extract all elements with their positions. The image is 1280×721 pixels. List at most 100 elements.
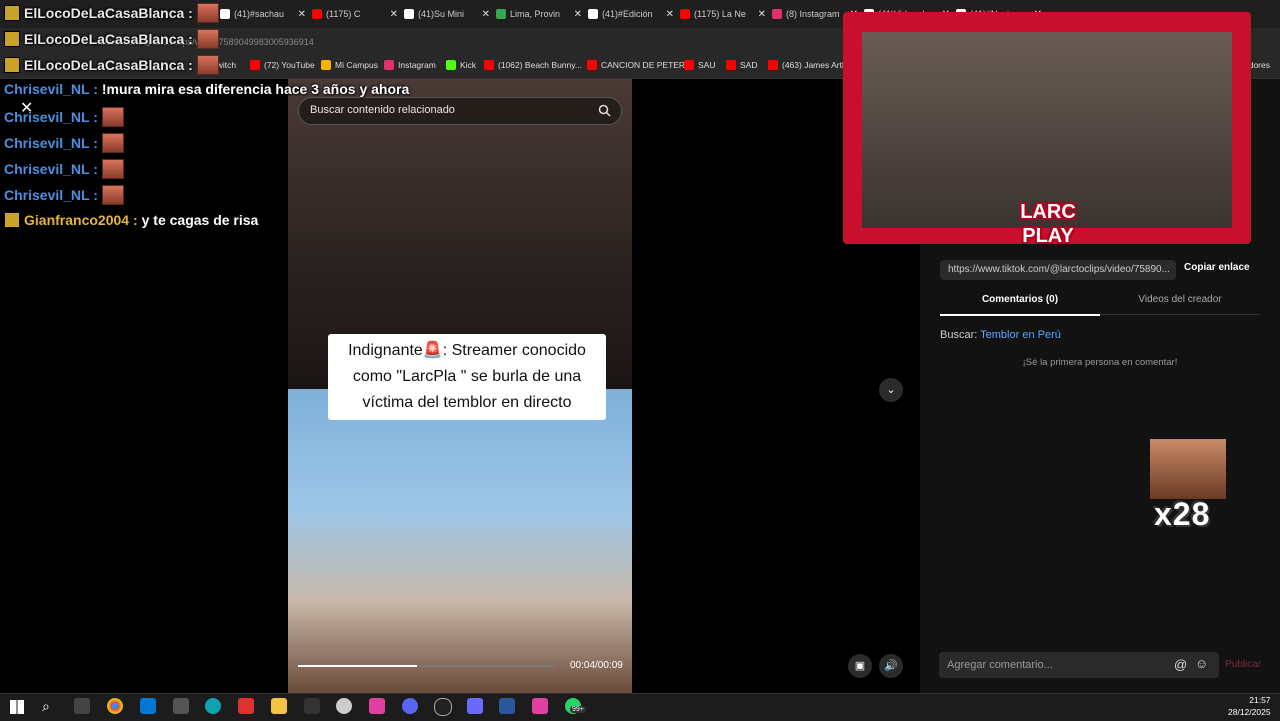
bookmark-item[interactable]: Mi Campus [321, 60, 378, 70]
file-explorer-icon[interactable] [271, 698, 287, 714]
clock-time: 21:57 [1249, 695, 1271, 705]
bookmark-favicon-icon [684, 60, 694, 70]
tab-favicon-icon [312, 9, 322, 19]
app-icon[interactable] [304, 698, 320, 714]
tab-favicon-icon [404, 9, 414, 19]
chat-username: Chrisevil_NL : [4, 109, 98, 125]
scroll-down-button[interactable]: ⌄ [879, 378, 903, 402]
browser-tab[interactable]: (41)#sachau ✕ [220, 4, 306, 24]
bookmark-item[interactable]: (72) YouTube [250, 60, 315, 70]
emoji-icon[interactable]: ☺ [1195, 656, 1208, 671]
bookmark-favicon-icon [250, 60, 260, 70]
bookmark-favicon-icon [587, 60, 597, 70]
bookmark-item[interactable]: (463) James Arthur [768, 60, 854, 70]
bookmark-favicon-icon [446, 60, 456, 70]
discord-icon[interactable] [402, 698, 418, 714]
video-caption: Indignante🚨: Streamer conocido como "Lar… [328, 334, 606, 420]
chat-badge-icon [4, 57, 20, 73]
chat-emote-icon [196, 55, 219, 75]
emote-image [1150, 439, 1226, 499]
close-tab-icon[interactable]: ✕ [758, 9, 766, 20]
tab-label: (41)#sachau [234, 9, 285, 19]
tab-label: (41)Su Mini [418, 9, 465, 19]
chat-username: Gianfranco2004 : [24, 212, 138, 228]
browser-tab[interactable]: (1175) La Ne ✕ [680, 4, 766, 24]
app-icon[interactable] [336, 698, 352, 714]
bookmark-item[interactable]: SAU [684, 60, 715, 70]
word-icon[interactable] [499, 698, 515, 714]
calculator-icon[interactable] [467, 698, 483, 714]
bookmark-item[interactable]: CANCION DE PETER [587, 60, 685, 70]
chat-username: Chrisevil_NL : [4, 161, 98, 177]
chat-emote-icon [101, 107, 124, 127]
volume-button[interactable]: 🔊 [879, 654, 903, 678]
chrome-icon[interactable] [107, 698, 123, 714]
search-term-link[interactable]: Temblor en Perú [980, 329, 1061, 341]
bookmark-favicon-icon [384, 60, 394, 70]
browser-tab[interactable]: (41)#Edición ✕ [588, 4, 674, 24]
chat-message: Chrisevil_NL : [4, 107, 124, 127]
app-icon[interactable] [532, 698, 548, 714]
chat-username: ElLocoDeLaCasaBlanca : [24, 31, 193, 47]
bookmark-favicon-icon [321, 60, 331, 70]
close-tab-icon[interactable]: ✕ [298, 9, 306, 20]
close-tab-icon[interactable]: ✕ [482, 9, 490, 20]
video-player[interactable]: Buscar contenido relacionado Indignante🚨… [288, 79, 632, 693]
tab-favicon-icon [588, 9, 598, 19]
video-progress-bar[interactable] [298, 665, 556, 667]
mention-icon[interactable]: @ [1174, 657, 1187, 672]
chat-message: Gianfranco2004 :y te cagas de risa [4, 212, 258, 228]
copy-link-button[interactable]: Copiar enlace [1184, 262, 1250, 273]
close-tab-icon[interactable]: ✕ [666, 9, 674, 20]
publish-button[interactable]: Publicar [1225, 659, 1261, 670]
bookmark-item[interactable]: Instagram [384, 60, 436, 70]
chat-message: Chrisevil_NL : !mura mira esa diferencia … [4, 81, 409, 97]
bookmark-item[interactable]: (1062) Beach Bunny... [484, 60, 582, 70]
close-tab-icon[interactable]: ✕ [574, 9, 582, 20]
close-tab-icon[interactable]: ✕ [390, 9, 398, 20]
tab-favicon-icon [772, 9, 782, 19]
bookmark-label: Kick [460, 60, 477, 70]
system-clock[interactable]: 21:57 28/12/2025 [1228, 694, 1271, 718]
bookmark-item[interactable]: Kick [446, 60, 476, 70]
chat-username: Chrisevil_NL : [4, 81, 98, 97]
caption-line: Indignante🚨: Streamer conocido [348, 342, 586, 359]
caption-line: víctima del temblor en directo [362, 394, 572, 411]
chat-message: Chrisevil_NL : [4, 185, 124, 205]
taskbar [0, 693, 1280, 721]
tab-creator-videos[interactable]: Videos del creador [1100, 290, 1260, 315]
pip-button[interactable]: ▣ [848, 654, 872, 678]
bookmark-item[interactable]: SAD [726, 60, 757, 70]
app-icon[interactable] [238, 698, 254, 714]
emote-count: x28 [1154, 496, 1211, 532]
browser-tab[interactable]: (1175) C ✕ [312, 4, 398, 24]
task-view-icon[interactable] [74, 698, 90, 714]
app-icon[interactable] [173, 698, 189, 714]
chevron-down-icon: ⌄ [886, 384, 896, 396]
app-icon[interactable] [369, 698, 385, 714]
related-search-input[interactable]: Buscar contenido relacionado [298, 97, 622, 125]
chat-message: ElLocoDeLaCasaBlanca : [4, 3, 219, 23]
bookmark-label: CANCION DE PETER [601, 60, 686, 70]
chat-emote-icon [101, 133, 124, 153]
bookmark-favicon-icon [768, 60, 778, 70]
webcam-video [862, 32, 1232, 228]
browser-tab[interactable]: Lima, Provin ✕ [496, 4, 582, 24]
picture-in-picture-icon: ▣ [854, 660, 866, 672]
video-link-field[interactable]: https://www.tiktok.com/@larctoclips/vide… [940, 260, 1176, 280]
search-suggestion[interactable]: Buscar: Temblor en Perú [940, 329, 1061, 341]
empty-comments-text: ¡Sé la primera persona en comentar! [1022, 357, 1178, 368]
windows-start-icon[interactable] [10, 700, 24, 714]
search-icon[interactable]: ⌕ [42, 698, 50, 715]
tab-label: Lima, Provin [510, 9, 561, 19]
video-progress-fill [298, 665, 417, 667]
bookmark-favicon-icon [484, 60, 494, 70]
edge-icon[interactable] [205, 698, 221, 714]
store-icon[interactable] [140, 698, 156, 714]
tab-comments[interactable]: Comentarios (0) [940, 290, 1100, 316]
search-icon [598, 104, 611, 117]
obs-icon[interactable] [434, 698, 452, 716]
browser-tab[interactable]: (41)Su Mini ✕ [404, 4, 490, 24]
notification-badge: 99+ [570, 706, 586, 713]
tab-favicon-icon [496, 9, 506, 19]
